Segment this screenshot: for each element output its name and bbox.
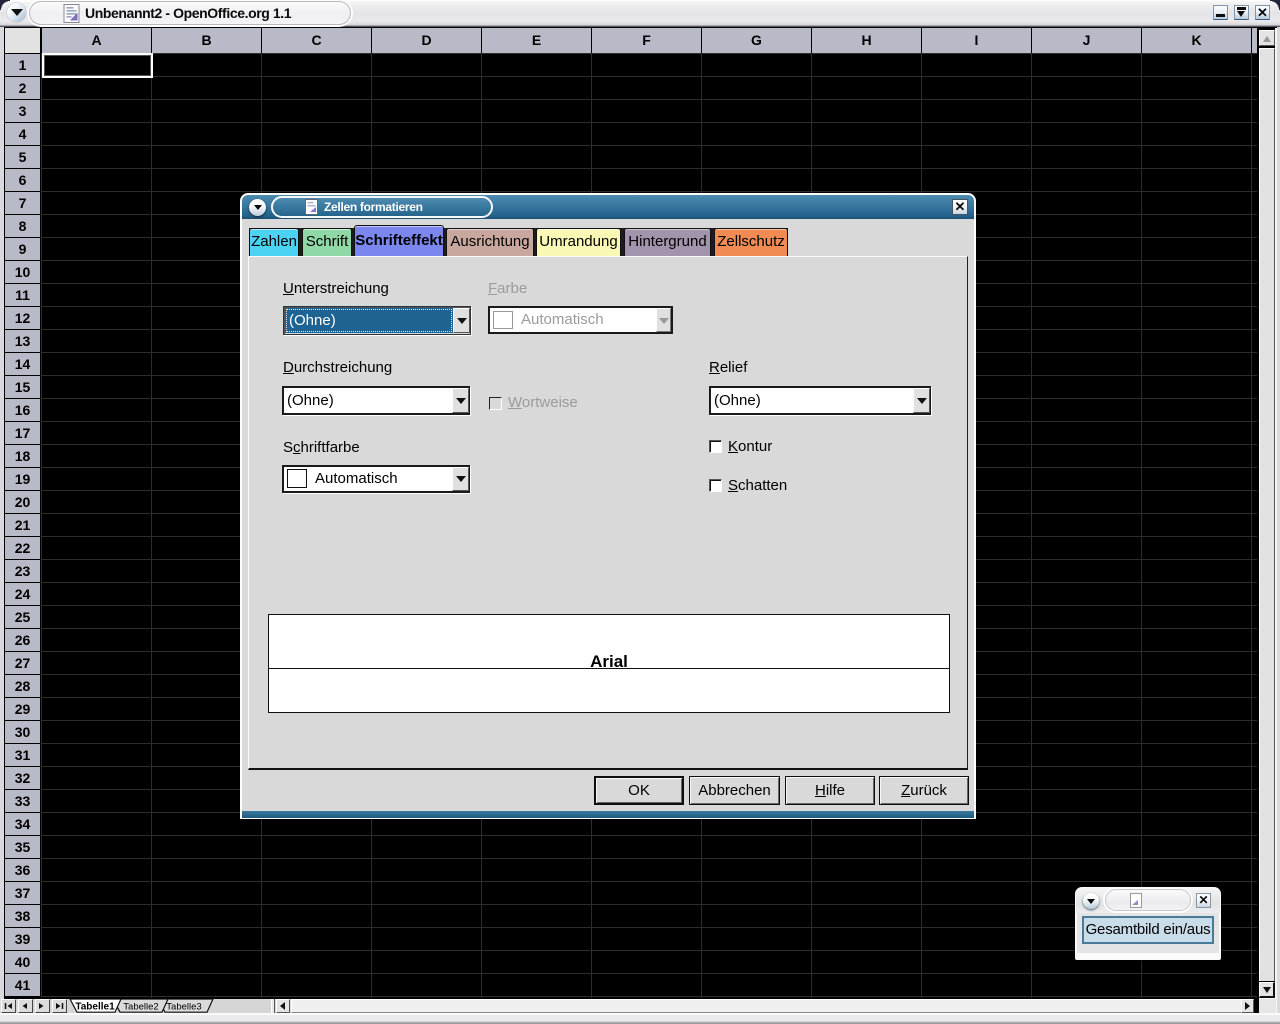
svg-text:Tabelle2: Tabelle2 — [123, 1002, 158, 1013]
svg-text:Tabelle1: Tabelle1 — [75, 1002, 115, 1013]
svg-text:Tabelle3: Tabelle3 — [166, 1002, 201, 1013]
